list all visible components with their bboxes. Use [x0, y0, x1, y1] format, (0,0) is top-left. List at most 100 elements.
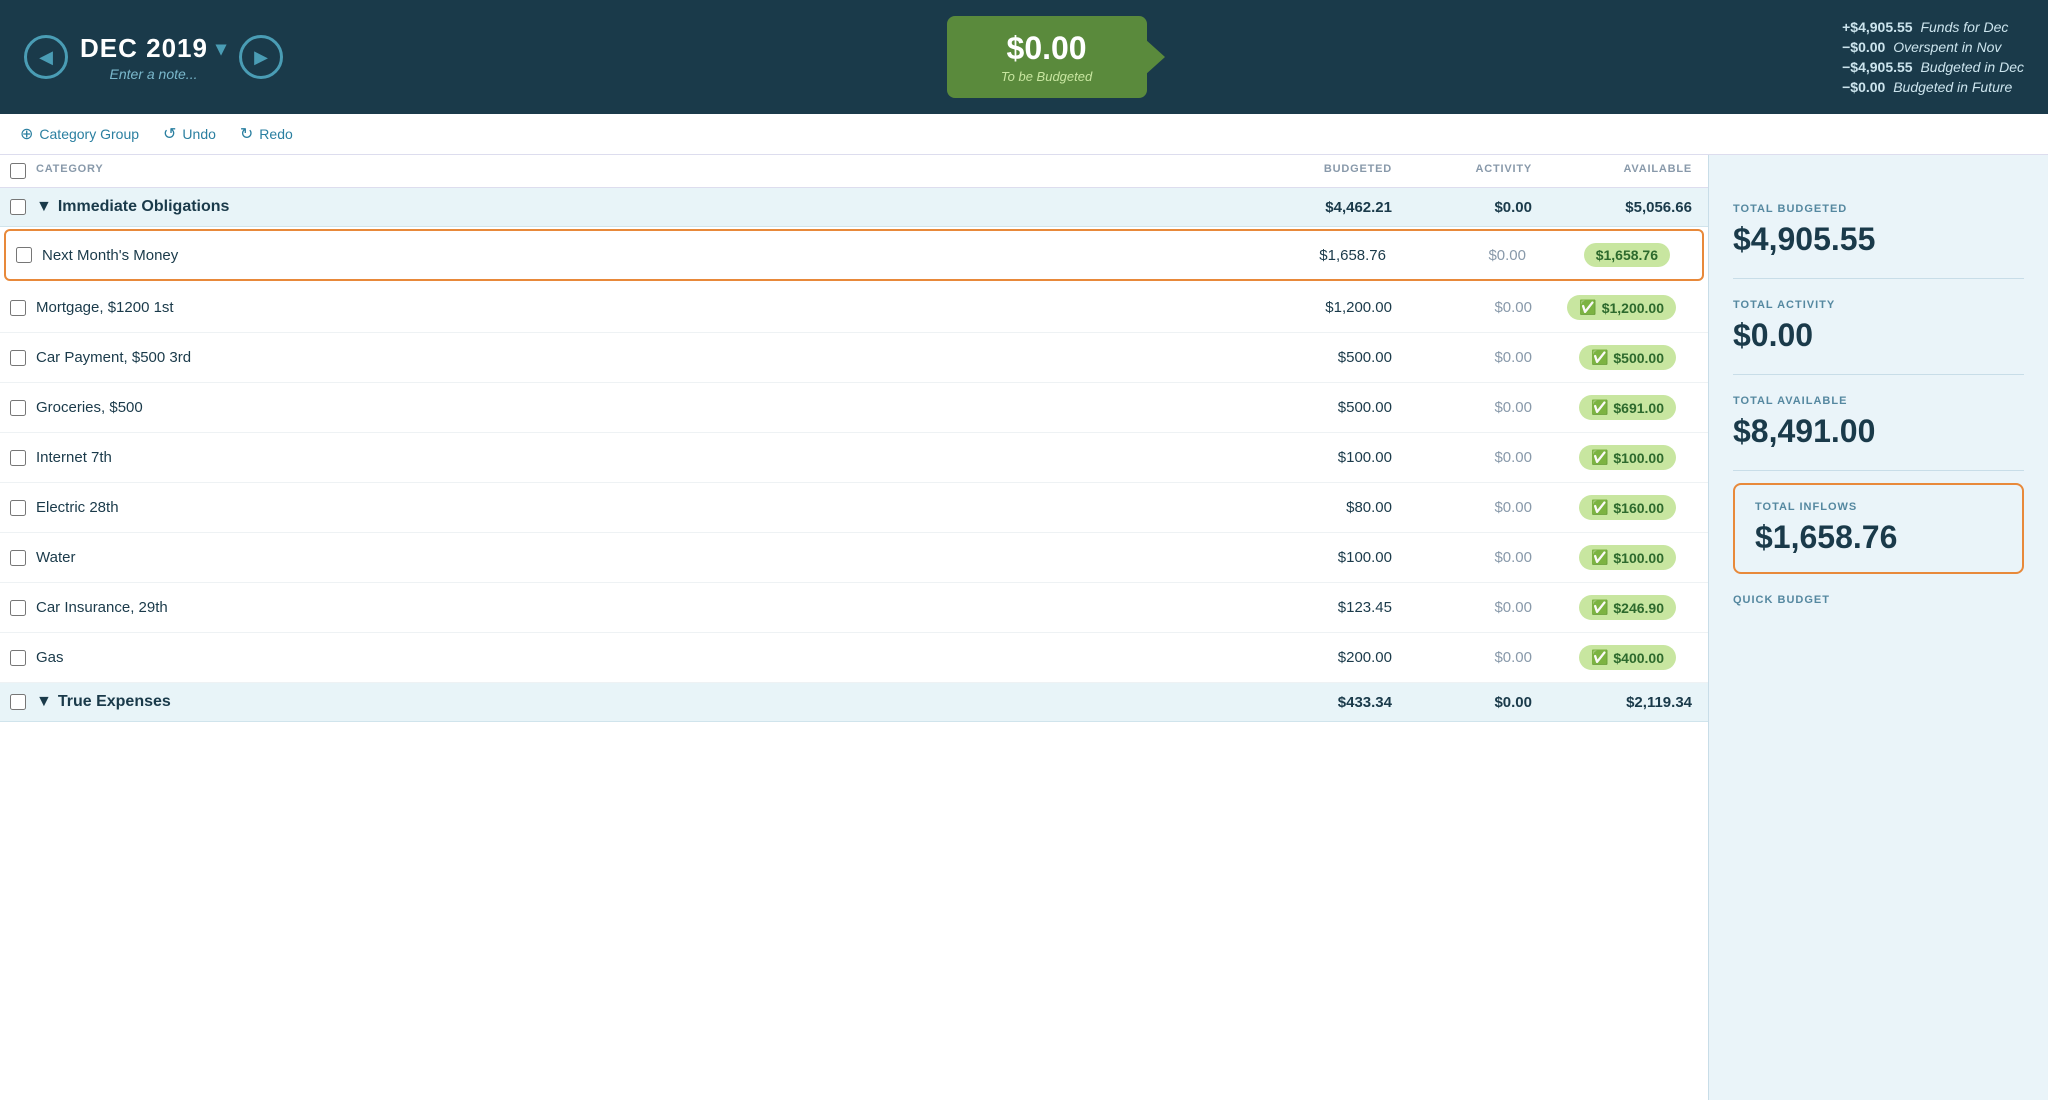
budgeted-electric[interactable]: $80.00 — [1268, 499, 1408, 516]
breakdown-line-3: −$4,905.55 Budgeted in Dec — [1842, 59, 2024, 75]
tbb-amount: $0.00 — [975, 30, 1119, 67]
available-value-next-months-money: $1,658.76 — [1596, 247, 1658, 263]
total-activity-value: $0.00 — [1733, 317, 2024, 354]
checkbox-car-insurance[interactable] — [10, 600, 26, 616]
activity-water: $0.00 — [1408, 549, 1548, 566]
activity-next-months-money: $0.00 — [1402, 247, 1542, 264]
total-activity-label: TOTAL ACTIVITY — [1733, 299, 2024, 311]
category-row-groceries[interactable]: Groceries, $500 $500.00 $0.00 ✅ $691.00 — [0, 383, 1708, 433]
check-icon-groceries: ✅ — [1591, 399, 1608, 416]
category-row-water[interactable]: Water $100.00 $0.00 ✅ $100.00 — [0, 533, 1708, 583]
budget-table: CATEGORY BUDGETED ACTIVITY AVAILABLE ▼ I… — [0, 155, 1708, 1100]
budgeted-car-insurance[interactable]: $123.45 — [1268, 599, 1408, 616]
available-value-car-insurance: $246.90 — [1613, 600, 1664, 616]
category-row-car-insurance[interactable]: Car Insurance, 29th $123.45 $0.00 ✅ $246… — [0, 583, 1708, 633]
available-badge-mortgage: ✅ $1,200.00 — [1567, 295, 1676, 320]
group-checkbox-immediate[interactable] — [10, 199, 26, 215]
group-budgeted-immediate: $4,462.21 — [1268, 199, 1408, 216]
redo-button[interactable]: ↻ Redo — [240, 124, 293, 144]
month-title: DEC 2019 ▾ — [80, 33, 227, 64]
total-inflows-block: TOTAL INFLOWS $1,658.76 — [1733, 483, 2024, 574]
total-budgeted-value: $4,905.55 — [1733, 221, 2024, 258]
category-row-electric[interactable]: Electric 28th $80.00 $0.00 ✅ $160.00 — [0, 483, 1708, 533]
add-category-group-button[interactable]: ⊕ Category Group — [20, 124, 139, 144]
next-icon: ▶ — [254, 47, 268, 68]
undo-label: Undo — [182, 126, 215, 142]
available-value-groceries: $691.00 — [1613, 400, 1664, 416]
check-icon-water: ✅ — [1591, 549, 1608, 566]
cat-name-next-months-money: Next Month's Money — [42, 247, 1262, 264]
budgeted-mortgage[interactable]: $1,200.00 — [1268, 299, 1408, 316]
funds-desc: Funds for Dec — [1920, 19, 2008, 35]
collapse-icon-immediate[interactable]: ▼ — [36, 198, 52, 216]
next-month-button[interactable]: ▶ — [239, 35, 283, 79]
nav-area: ◀ DEC 2019 ▾ Enter a note... ▶ — [24, 33, 283, 82]
prev-month-button[interactable]: ◀ — [24, 35, 68, 79]
category-row-next-months-money[interactable]: Next Month's Money $1,658.76 $0.00 $1,65… — [4, 229, 1704, 281]
month-label: DEC 2019 — [80, 33, 208, 64]
total-available-label: TOTAL AVAILABLE — [1733, 395, 2024, 407]
select-all-checkbox[interactable] — [10, 163, 26, 179]
funds-amount: +$4,905.55 — [1842, 19, 1912, 35]
tbb-bubble: $0.00 To be Budgeted — [947, 16, 1147, 98]
total-available-block: TOTAL AVAILABLE $8,491.00 — [1733, 375, 2024, 471]
month-dropdown-icon[interactable]: ▾ — [216, 36, 227, 61]
activity-col-header: ACTIVITY — [1408, 163, 1548, 179]
overspent-desc: Overspent in Nov — [1893, 39, 2001, 55]
group-name-immediate: ▼ Immediate Obligations — [36, 198, 1268, 216]
checkbox-next-months-money[interactable] — [16, 247, 32, 263]
budgeted-water[interactable]: $100.00 — [1268, 549, 1408, 566]
group-activity-true-expenses: $0.00 — [1408, 694, 1548, 711]
app-header: ◀ DEC 2019 ▾ Enter a note... ▶ $0.00 To … — [0, 0, 2048, 114]
available-value-electric: $160.00 — [1613, 500, 1664, 516]
checkbox-electric[interactable] — [10, 500, 26, 516]
group-row-immediate[interactable]: ▼ Immediate Obligations $4,462.21 $0.00 … — [0, 188, 1708, 227]
collapse-icon-true-expenses[interactable]: ▼ — [36, 693, 52, 711]
checkbox-mortgage[interactable] — [10, 300, 26, 316]
category-row-car-payment[interactable]: Car Payment, $500 3rd $500.00 $0.00 ✅ $5… — [0, 333, 1708, 383]
undo-icon: ↺ — [163, 124, 176, 144]
checkbox-groceries[interactable] — [10, 400, 26, 416]
total-available-value: $8,491.00 — [1733, 413, 2024, 450]
category-row-internet[interactable]: Internet 7th $100.00 $0.00 ✅ $100.00 — [0, 433, 1708, 483]
budgeted-dec-desc: Budgeted in Dec — [1920, 59, 2024, 75]
plus-circle-icon: ⊕ — [20, 124, 33, 144]
available-badge-electric: ✅ $160.00 — [1579, 495, 1676, 520]
group-checkbox-col — [0, 199, 36, 215]
activity-car-payment: $0.00 — [1408, 349, 1548, 366]
budgeted-next-months-money[interactable]: $1,658.76 — [1262, 247, 1402, 264]
checkbox-internet[interactable] — [10, 450, 26, 466]
category-row-mortgage[interactable]: Mortgage, $1200 1st $1,200.00 $0.00 ✅ $1… — [0, 283, 1708, 333]
check-icon-car-payment: ✅ — [1591, 349, 1608, 366]
quick-budget-label: QUICK BUDGET — [1733, 594, 2024, 606]
total-budgeted-label: TOTAL BUDGETED — [1733, 203, 2024, 215]
month-note[interactable]: Enter a note... — [110, 66, 198, 82]
check-icon-internet: ✅ — [1591, 449, 1608, 466]
budgeted-internet[interactable]: $100.00 — [1268, 449, 1408, 466]
header-checkbox-col — [0, 163, 36, 179]
redo-icon: ↻ — [240, 124, 253, 144]
undo-button[interactable]: ↺ Undo — [163, 124, 216, 144]
activity-gas: $0.00 — [1408, 649, 1548, 666]
budgeted-groceries[interactable]: $500.00 — [1268, 399, 1408, 416]
cat-name-car-insurance: Car Insurance, 29th — [36, 599, 1268, 616]
check-icon-mortgage: ✅ — [1579, 299, 1596, 316]
available-value-gas: $400.00 — [1613, 650, 1664, 666]
checkbox-car-payment[interactable] — [10, 350, 26, 366]
checkbox-gas[interactable] — [10, 650, 26, 666]
group-checkbox-true-expenses[interactable] — [10, 694, 26, 710]
checkbox-water[interactable] — [10, 550, 26, 566]
available-value-mortgage: $1,200.00 — [1602, 300, 1664, 316]
breakdown-line-2: −$0.00 Overspent in Nov — [1842, 39, 2024, 55]
available-badge-water: ✅ $100.00 — [1579, 545, 1676, 570]
budgeted-car-payment[interactable]: $500.00 — [1268, 349, 1408, 366]
available-value-car-payment: $500.00 — [1613, 350, 1664, 366]
cat-name-gas: Gas — [36, 649, 1268, 666]
tbb-label: To be Budgeted — [975, 69, 1119, 84]
category-row-gas[interactable]: Gas $200.00 $0.00 ✅ $400.00 — [0, 633, 1708, 683]
budgeted-gas[interactable]: $200.00 — [1268, 649, 1408, 666]
table-header: CATEGORY BUDGETED ACTIVITY AVAILABLE — [0, 155, 1708, 188]
cat-name-groceries: Groceries, $500 — [36, 399, 1268, 416]
total-activity-block: TOTAL ACTIVITY $0.00 — [1733, 279, 2024, 375]
group-row-true-expenses[interactable]: ▼ True Expenses $433.34 $0.00 $2,119.34 — [0, 683, 1708, 722]
